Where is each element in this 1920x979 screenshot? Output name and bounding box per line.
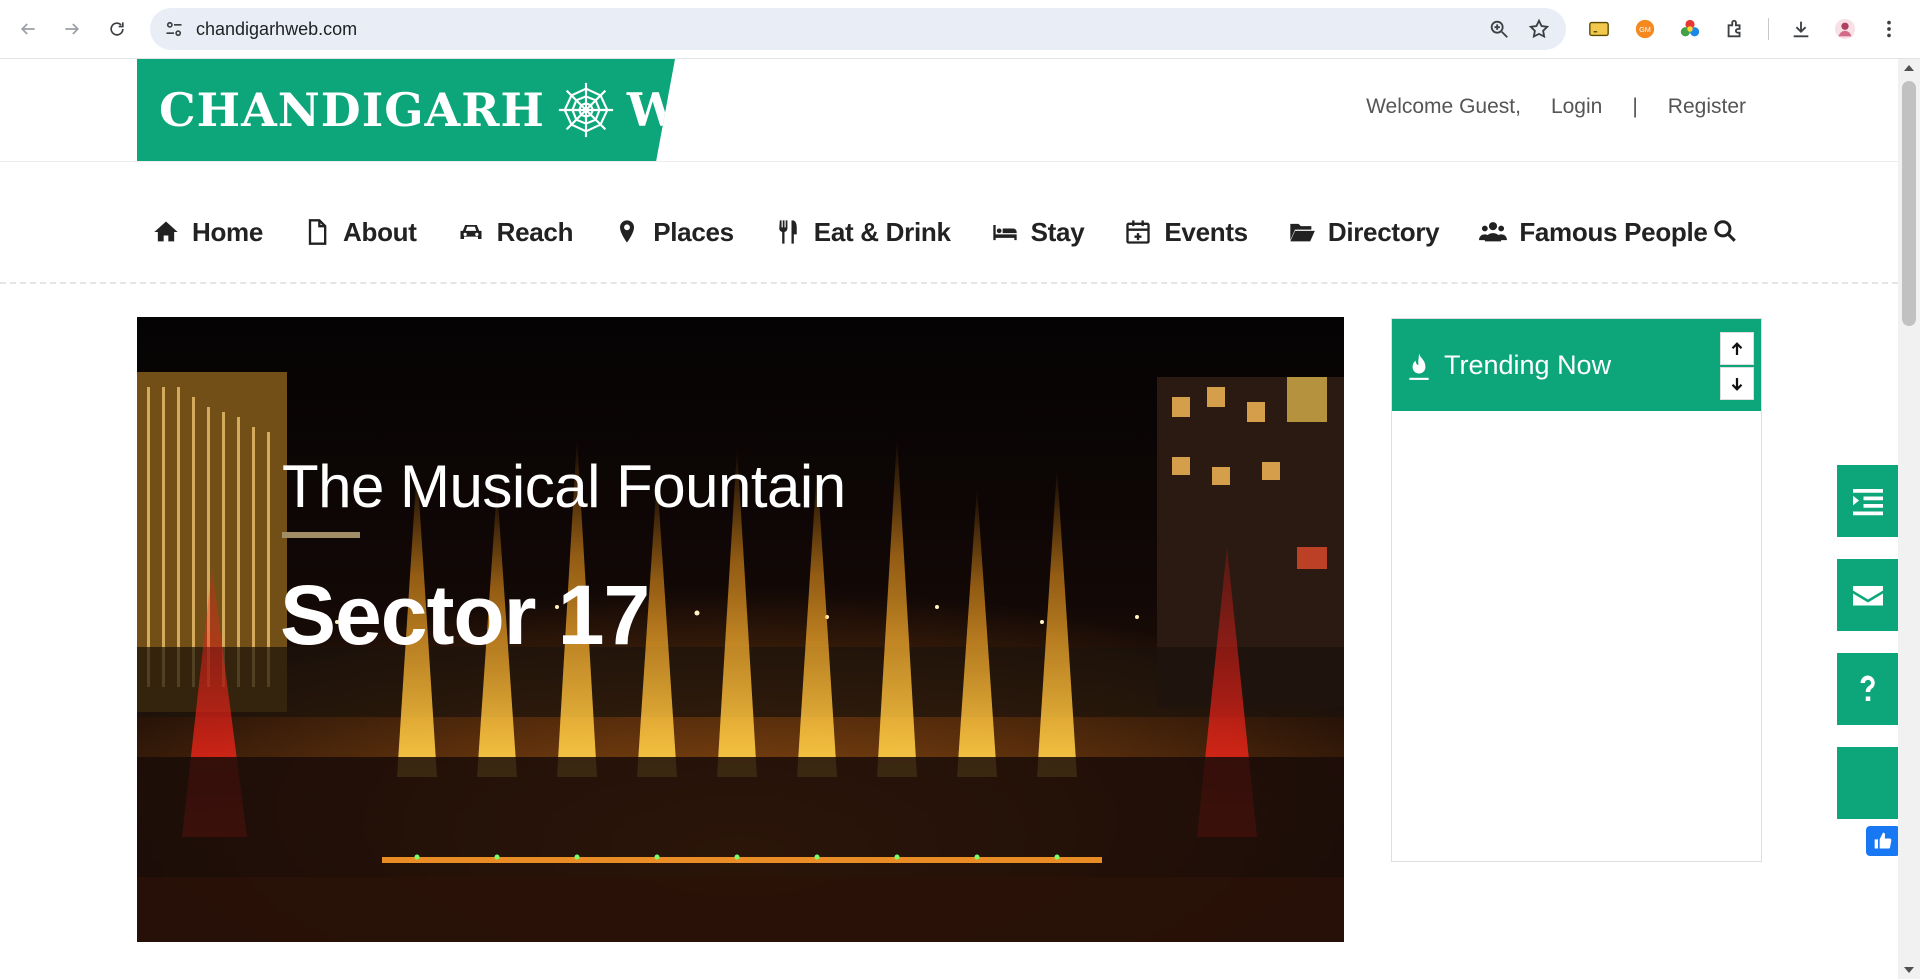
scroll-down-icon[interactable] xyxy=(1904,967,1914,973)
nav-item-famous-people[interactable]: Famous People xyxy=(1479,216,1708,248)
side-email-button[interactable] xyxy=(1837,559,1899,631)
nav-label: Home xyxy=(192,216,264,247)
separator: | xyxy=(1632,95,1638,118)
welcome-text: Welcome Guest, xyxy=(1366,95,1521,118)
nav-label: Places xyxy=(653,216,734,247)
nav-item-reach[interactable]: Reach xyxy=(457,216,574,248)
extension-cast-icon[interactable] xyxy=(1586,16,1612,42)
main-nav: Home About Reach Places Eat & Drink Stay… xyxy=(152,207,1748,257)
extension-color-icon[interactable] xyxy=(1677,16,1703,42)
bed-icon xyxy=(992,225,1017,241)
nav-divider xyxy=(0,282,1898,284)
cutlery-icon xyxy=(779,220,797,244)
trending-title: Trending Now xyxy=(1444,350,1612,380)
folder-open-icon xyxy=(1290,223,1315,242)
nav-label: Stay xyxy=(1030,216,1085,247)
nav-item-stay[interactable]: Stay xyxy=(991,217,1085,248)
trending-up-button[interactable] xyxy=(1720,332,1754,365)
header-divider xyxy=(0,161,1898,162)
trending-widget: Trending Now xyxy=(1391,318,1762,862)
browser-toolbar: chandigarhweb.com GM xyxy=(0,0,1920,59)
url-text[interactable]: chandigarhweb.com xyxy=(196,19,357,40)
zoom-icon[interactable] xyxy=(1488,18,1510,40)
extensions-puzzle-icon[interactable] xyxy=(1722,16,1748,42)
home-icon xyxy=(154,221,178,242)
scroll-up-icon[interactable] xyxy=(1904,65,1914,71)
side-list-button[interactable] xyxy=(1837,465,1899,537)
register-link[interactable]: Register xyxy=(1668,95,1746,119)
nav-label: Directory xyxy=(1327,216,1440,247)
car-icon xyxy=(460,225,482,239)
arrow-right-icon xyxy=(65,23,80,35)
facebook-like-button[interactable] xyxy=(1866,826,1900,856)
forward-button[interactable] xyxy=(57,14,87,44)
nav-label: Eat & Drink xyxy=(813,216,951,247)
nav-item-events[interactable]: Events xyxy=(1124,216,1248,248)
trending-header: Trending Now xyxy=(1392,319,1761,411)
download-icon[interactable] xyxy=(1788,16,1814,42)
side-help-button[interactable] xyxy=(1837,653,1899,725)
hero-title: Sector 17 xyxy=(280,568,650,662)
logo-text-left: CHANDIGARH xyxy=(159,83,545,137)
users-icon xyxy=(1479,222,1508,242)
nav-label: Reach xyxy=(496,216,574,247)
arrow-up-icon xyxy=(1731,341,1743,355)
fire-icon xyxy=(1409,353,1429,380)
back-button[interactable] xyxy=(13,14,43,44)
extension-gm-icon[interactable]: GM xyxy=(1632,16,1658,42)
profile-avatar-icon[interactable] xyxy=(1832,16,1858,42)
nav-label: Events xyxy=(1164,216,1248,247)
toolbar-separator xyxy=(1768,18,1769,40)
nav-item-about[interactable]: About xyxy=(303,217,417,248)
indent-list-icon xyxy=(1853,489,1883,516)
search-icon[interactable] xyxy=(1712,218,1738,244)
nav-item-eat-drink[interactable]: Eat & Drink xyxy=(774,217,951,248)
nav-item-places[interactable]: Places xyxy=(613,217,734,248)
envelope-icon xyxy=(1853,586,1883,606)
hero-subtitle: The Musical Fountain xyxy=(282,453,846,520)
arrow-down-icon xyxy=(1731,377,1743,391)
hero-accent-bar xyxy=(282,532,360,538)
calendar-plus-icon xyxy=(1126,220,1151,244)
web-page: CHANDIGARH WEB Welcome Guest, Login | Re… xyxy=(0,59,1898,979)
file-icon xyxy=(308,219,327,245)
thumbs-up-icon xyxy=(1874,832,1892,849)
arrow-left-icon xyxy=(20,23,35,35)
reload-icon xyxy=(110,22,124,36)
page-scrollbar[interactable] xyxy=(1898,59,1920,979)
question-icon xyxy=(1860,675,1875,701)
address-bar[interactable]: chandigarhweb.com xyxy=(150,8,1566,50)
login-link[interactable]: Login xyxy=(1551,95,1602,119)
trending-down-button[interactable] xyxy=(1720,367,1754,400)
browser-menu-icon[interactable] xyxy=(1876,16,1902,42)
nav-item-directory[interactable]: Directory xyxy=(1288,216,1440,248)
svg-text:GM: GM xyxy=(1639,25,1651,34)
reload-button[interactable] xyxy=(102,14,132,44)
map-pin-icon xyxy=(620,220,635,243)
nav-label: Famous People xyxy=(1519,216,1708,247)
site-logo[interactable]: CHANDIGARH WEB xyxy=(137,59,675,161)
side-social-button[interactable] xyxy=(1837,747,1899,819)
spider-web-icon xyxy=(558,82,614,138)
user-links: Welcome Guest, Login | Register xyxy=(1366,95,1746,119)
nav-label: About xyxy=(343,216,417,247)
nav-item-home[interactable]: Home xyxy=(152,217,263,248)
hero-slide[interactable]: The Musical Fountain Sector 17 xyxy=(137,317,1344,942)
scroll-thumb[interactable] xyxy=(1902,81,1916,326)
logo-text-right: WEB xyxy=(626,83,756,137)
site-info-icon[interactable] xyxy=(164,19,184,39)
bookmark-star-icon[interactable] xyxy=(1528,18,1550,40)
